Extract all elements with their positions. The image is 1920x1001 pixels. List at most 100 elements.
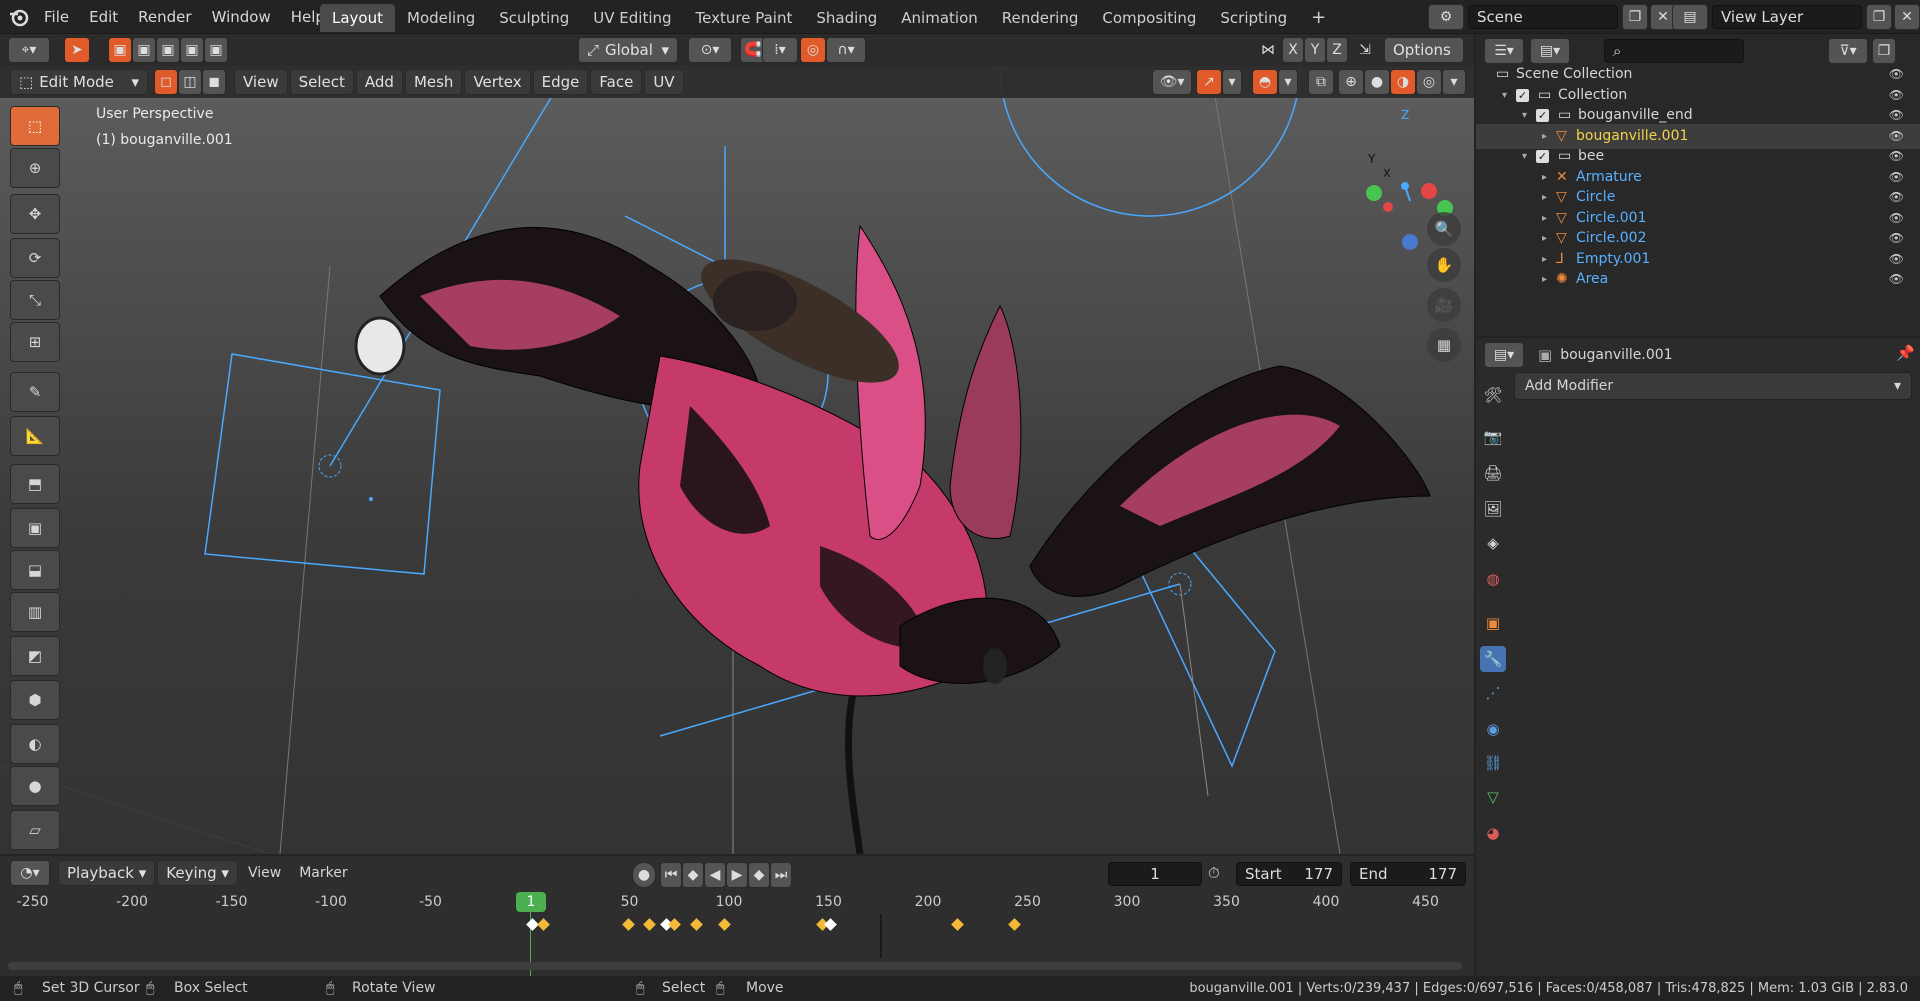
- outliner-editor-type-icon[interactable]: ☰▾: [1484, 38, 1524, 64]
- cursor-tool[interactable]: ⊕: [10, 148, 60, 188]
- menu-render[interactable]: Render: [128, 0, 201, 34]
- new-collection-icon[interactable]: ❐: [1872, 38, 1896, 64]
- wireframe-shading-icon[interactable]: ⊕: [1338, 69, 1364, 95]
- mirror-icon[interactable]: ⋈: [1256, 37, 1280, 63]
- render-properties-tab[interactable]: 📷: [1480, 424, 1506, 450]
- rotate-tool[interactable]: ⟳: [10, 238, 60, 278]
- zoom-icon[interactable]: 🔍: [1427, 212, 1461, 246]
- visibility-eye-icon[interactable]: 👁▾: [1152, 69, 1192, 95]
- proportional-edit-icon[interactable]: ◎: [800, 37, 826, 63]
- editor-type-icon[interactable]: ⌖▾: [8, 37, 50, 63]
- timeline-scrollbar[interactable]: [8, 962, 1462, 970]
- scene-icon[interactable]: ⚙: [1428, 4, 1464, 30]
- menu-select[interactable]: Select: [289, 69, 354, 95]
- shear-tool[interactable]: ▱: [10, 810, 60, 850]
- new-view-layer-icon[interactable]: ❐: [1866, 4, 1892, 30]
- filter-icon[interactable]: ⊽▾: [1828, 38, 1868, 64]
- select-extend-icon[interactable]: ▣: [132, 37, 156, 63]
- view-layer-icon[interactable]: ▤: [1672, 4, 1708, 30]
- auto-merge-icon[interactable]: ⇲: [1352, 37, 1378, 63]
- view-layer-field[interactable]: View Layer: [1712, 5, 1862, 29]
- menu-window[interactable]: Window: [202, 0, 281, 34]
- extrude-tool[interactable]: ⬒: [10, 464, 60, 504]
- tab-shading[interactable]: Shading: [804, 4, 889, 32]
- menu-vertex[interactable]: Vertex: [464, 69, 531, 95]
- knife-tool[interactable]: ◩: [10, 636, 60, 676]
- blender-logo-icon[interactable]: [8, 0, 30, 34]
- scene-name-field[interactable]: Scene: [1468, 5, 1618, 29]
- select-box-tool[interactable]: ⬚: [10, 106, 60, 146]
- scene-selector[interactable]: ⚙ Scene ❐ ✕: [1428, 4, 1676, 30]
- snap-element-icon[interactable]: ⁞▾: [762, 37, 798, 63]
- tab-layout[interactable]: Layout: [320, 4, 395, 32]
- world-properties-tab[interactable]: ◍: [1480, 566, 1506, 592]
- disclosure-triangle-icon[interactable]: ▸: [1542, 267, 1547, 292]
- tab-uv-editing[interactable]: UV Editing: [581, 4, 683, 32]
- pin-icon[interactable]: 📌: [1896, 344, 1915, 362]
- tab-sculpting[interactable]: Sculpting: [487, 4, 581, 32]
- pivot-point-icon[interactable]: ⊙▾: [688, 37, 732, 63]
- inset-tool[interactable]: ▣: [10, 508, 60, 548]
- falloff-icon[interactable]: ∩▾: [826, 37, 866, 63]
- add-workspace-icon[interactable]: +: [1299, 4, 1338, 32]
- vertex-select-icon[interactable]: ◻: [154, 69, 178, 95]
- menu-mesh[interactable]: Mesh: [404, 69, 463, 95]
- select-intersect-icon[interactable]: ▣: [204, 37, 228, 63]
- properties-editor-type-icon[interactable]: ▤▾: [1484, 342, 1524, 368]
- constraints-properties-tab[interactable]: ⛓: [1480, 750, 1506, 776]
- mode-dropdown[interactable]: ⬚ Edit Mode ▾: [10, 69, 148, 95]
- display-mode-icon[interactable]: ▤▾: [1530, 38, 1570, 64]
- gizmo-z-label[interactable]: Z: [1401, 108, 1409, 122]
- transform-tool[interactable]: ⊞: [10, 322, 60, 362]
- add-modifier-dropdown[interactable]: Add Modifier ▾: [1514, 372, 1912, 400]
- exclude-checkbox[interactable]: ✓: [1516, 88, 1529, 102]
- output-properties-tab[interactable]: 🖨: [1480, 460, 1506, 486]
- select-subtract-icon[interactable]: ▣: [156, 37, 180, 63]
- playhead[interactable]: 1: [516, 892, 546, 912]
- frame-ruler[interactable]: -250 -200 -150 -100 -50 50 100 150 200 250 300 350 4…: [0, 856, 1474, 976]
- xray-toggle-icon[interactable]: ⧉: [1308, 69, 1334, 95]
- exclude-checkbox[interactable]: ✓: [1536, 150, 1549, 163]
- menu-uv[interactable]: UV: [644, 69, 684, 95]
- mirror-y-toggle[interactable]: Y: [1304, 37, 1326, 63]
- face-select-icon[interactable]: ◼: [202, 69, 226, 95]
- editor-type-menu[interactable]: ⌖▾: [8, 37, 50, 63]
- material-shading-icon[interactable]: ◑: [1390, 69, 1416, 95]
- transform-orientation-dropdown[interactable]: ⤢ Global ▾: [578, 37, 678, 63]
- gizmo-y-label[interactable]: Y: [1368, 152, 1375, 166]
- modifier-properties-tab[interactable]: 🔧: [1480, 646, 1506, 672]
- view-layer-properties-tab[interactable]: 🖼: [1480, 496, 1506, 522]
- overlays-toggle-icon[interactable]: ◓: [1252, 69, 1278, 95]
- object-properties-tab[interactable]: ▣: [1480, 610, 1506, 636]
- mirror-x-toggle[interactable]: X: [1282, 37, 1304, 63]
- rendered-shading-icon[interactable]: ◎: [1416, 69, 1442, 95]
- select-new-icon[interactable]: ▣: [108, 37, 132, 63]
- tab-compositing[interactable]: Compositing: [1090, 4, 1208, 32]
- new-scene-icon[interactable]: ❐: [1622, 4, 1648, 30]
- outliner-item[interactable]: ▸ ✺ Area 👁: [1476, 267, 1920, 292]
- measure-tool[interactable]: 📐: [10, 416, 60, 456]
- menu-view[interactable]: View: [234, 69, 288, 95]
- annotate-tool[interactable]: ✎: [10, 372, 60, 412]
- solid-shading-icon[interactable]: ●: [1364, 69, 1390, 95]
- tab-animation[interactable]: Animation: [889, 4, 989, 32]
- outliner-search-input[interactable]: ⌕: [1604, 39, 1744, 63]
- menu-add[interactable]: Add: [355, 69, 403, 95]
- tab-modeling[interactable]: Modeling: [395, 4, 487, 32]
- tab-texture-paint[interactable]: Texture Paint: [684, 4, 805, 32]
- bevel-tool[interactable]: ⬓: [10, 550, 60, 590]
- material-properties-tab[interactable]: ◕: [1480, 820, 1506, 846]
- delete-view-layer-icon[interactable]: ✕: [1894, 4, 1920, 30]
- particles-properties-tab[interactable]: ⋰: [1480, 680, 1506, 706]
- gizmo-x-label[interactable]: X: [1383, 167, 1391, 180]
- exclude-checkbox[interactable]: ✓: [1536, 109, 1549, 122]
- gizmo-dropdown-icon[interactable]: ▾: [1222, 69, 1242, 95]
- view-layer-selector[interactable]: ▤ View Layer ❐ ✕: [1672, 4, 1920, 30]
- shading-dropdown-icon[interactable]: ▾: [1442, 69, 1466, 95]
- visibility-eye-icon[interactable]: 👁: [1889, 267, 1904, 292]
- select-invert-icon[interactable]: ▣: [180, 37, 204, 63]
- pan-hand-icon[interactable]: ✋: [1427, 248, 1461, 282]
- menu-face[interactable]: Face: [590, 69, 643, 95]
- 3d-viewport[interactable]: User Perspective (1) bouganville.001 Z Y…: [0, 66, 1474, 854]
- gizmo-toggle-icon[interactable]: ↗: [1196, 69, 1222, 95]
